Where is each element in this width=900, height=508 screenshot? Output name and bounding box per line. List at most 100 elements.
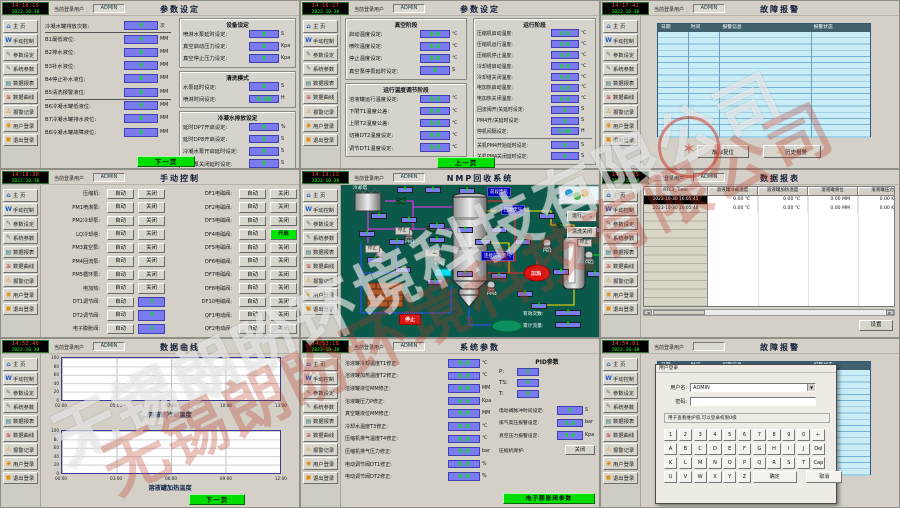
keyboard-key[interactable]: Y [723, 471, 736, 483]
keyboard-key[interactable]: 8 [767, 429, 780, 441]
sidebar-item[interactable]: W 手动控制 [603, 372, 638, 385]
login-ok-button[interactable]: 确定 [753, 471, 797, 483]
sidebar-item[interactable]: ≋ 数据曲线 [603, 260, 638, 273]
auto-mode-button[interactable]: 自动 [107, 297, 134, 308]
clean-mode-button[interactable]: 清洗关闭 [567, 227, 597, 238]
setpoint-value[interactable]: 0 [124, 21, 158, 30]
keyboard-key[interactable]: 6 [738, 429, 751, 441]
setpoint-value[interactable]: 0 [551, 141, 579, 149]
setpoint-value[interactable]: 0 [551, 117, 579, 125]
keyboard-key[interactable]: Z [738, 471, 751, 483]
run-mode-button[interactable]: 运行模式 [567, 211, 597, 222]
keyboard-key[interactable]: T [797, 457, 810, 469]
sidebar-item[interactable]: ✎ 系统参数 [3, 232, 38, 245]
sidebar-item[interactable]: ⚠ 报警记录 [303, 274, 338, 287]
sidebar-item[interactable]: ✎ 参数设定 [303, 386, 338, 399]
sidebar-item[interactable]: ▤ 数据报表 [303, 246, 338, 259]
auto-mode-button[interactable]: 自动 [107, 256, 134, 267]
valve-state-button[interactable]: 关闭 [270, 324, 297, 335]
sidebar-item[interactable]: ≋ 数据曲线 [3, 91, 38, 104]
auto-mode-button[interactable]: 自动 [107, 310, 134, 321]
setpoint-value[interactable]: 0.0 [551, 73, 579, 81]
report-row[interactable]: 2023-10-30 16:05:40 0.00 ℃ 0.00 ℃ 0.00 M… [644, 205, 894, 214]
keyboard-key[interactable]: H [767, 443, 780, 455]
sidebar-item[interactable]: ▣ 退出登录 [603, 472, 638, 485]
correction-value[interactable]: 0.0 [448, 422, 480, 431]
sidebar-item[interactable]: ✎ 系统参数 [303, 63, 338, 76]
username-dropdown[interactable]: ADMIN ▼ [690, 383, 816, 392]
prev-page-button[interactable]: 上一页 [437, 157, 495, 168]
valve-state-button[interactable]: 关闭 [270, 310, 297, 321]
sidebar-item[interactable]: ✎ 参数设定 [303, 217, 338, 230]
scroll-right-arrow[interactable]: ► [886, 310, 894, 315]
sidebar-item[interactable]: ◉ 用户登录 [303, 457, 338, 470]
keyboard-key[interactable]: L [679, 457, 692, 469]
setpoint-value[interactable]: 0 [124, 74, 158, 83]
keyboard-key[interactable]: K [664, 457, 677, 469]
sidebar-item[interactable]: ✎ 参数设定 [3, 217, 38, 230]
keyboard-key[interactable]: A [664, 443, 677, 455]
setpoint-value[interactable]: 0.00 [551, 127, 579, 135]
setpoint-value[interactable]: 0.0 [420, 95, 450, 104]
password-input[interactable] [690, 397, 816, 406]
device-state-button[interactable]: 0 [138, 310, 165, 321]
setpoint-value[interactable]: 0 [249, 42, 279, 51]
sidebar-item[interactable]: ≋ 数据曲线 [303, 91, 338, 104]
sidebar-item[interactable]: ⌂ 主 页 [3, 20, 38, 33]
sidebar-item[interactable]: ◉ 用户登录 [3, 288, 38, 301]
keyboard-key[interactable]: N [708, 457, 721, 469]
sidebar-item[interactable]: ▤ 数据报表 [3, 246, 38, 259]
auto-mode-button[interactable]: 自动 [239, 229, 266, 240]
setpoint-value[interactable]: 0.0 [551, 95, 579, 103]
correction-value[interactable]: 0.0 [448, 472, 480, 481]
auto-mode-button[interactable]: 自动 [107, 189, 134, 200]
sidebar-item[interactable]: ⌂ 主 页 [303, 20, 338, 33]
sidebar-item[interactable]: ▣ 退出登录 [3, 134, 38, 147]
valve-state-button[interactable]: 开启 [270, 229, 297, 240]
protect-toggle-button[interactable]: 关闭 [565, 445, 595, 455]
auto-mode-button[interactable]: 自动 [239, 283, 266, 294]
valve-state-button[interactable]: 关闭 [270, 243, 297, 254]
setpoint-value[interactable]: 0 [124, 101, 158, 110]
keyboard-key[interactable]: X [708, 471, 721, 483]
keyboard-key[interactable]: P [738, 457, 751, 469]
sidebar-item[interactable]: ▤ 数据报表 [603, 246, 638, 259]
sidebar-item[interactable]: ▤ 数据报表 [603, 77, 638, 90]
setpoint-value[interactable]: 0 [249, 54, 279, 63]
valve-state-button[interactable]: 关闭 [270, 216, 297, 227]
sidebar-item[interactable]: ▤ 数据报表 [3, 77, 38, 90]
sidebar-item[interactable]: ⌂ 主 页 [303, 189, 338, 202]
sidebar-item[interactable]: ◉ 用户登录 [603, 288, 638, 301]
alarm-table-body[interactable] [658, 32, 870, 138]
device-state-button[interactable]: 关闭 [138, 283, 165, 294]
sidebar-item[interactable]: W 手动控制 [3, 34, 38, 47]
keyboard-key[interactable]: R [767, 457, 780, 469]
setpoint-value[interactable]: 0.0 [420, 42, 450, 51]
keyboard-key[interactable]: Cap [812, 457, 825, 469]
auto-mode-button[interactable]: 自动 [239, 256, 266, 267]
setpoint-value[interactable]: 0.00 [249, 95, 279, 104]
history-alarm-button[interactable]: ⚠ 历史报警 [763, 145, 821, 158]
keyboard-key[interactable]: V [679, 471, 692, 483]
sidebar-item[interactable]: ⌂ 主 页 [3, 358, 38, 371]
sidebar-item[interactable]: ▣ 退出登录 [303, 472, 338, 485]
device-state-button[interactable]: 0 [138, 324, 165, 335]
sidebar-item[interactable]: ▣ 退出登录 [3, 303, 38, 316]
sidebar-item[interactable]: ✎ 参数设定 [603, 48, 638, 61]
pid-value[interactable]: 0 [517, 390, 539, 398]
sidebar-item[interactable]: ⚠ 报警记录 [3, 443, 38, 456]
keyboard-key[interactable]: 5 [723, 429, 736, 441]
settings-button[interactable]: 设置 [859, 320, 893, 331]
pid-value[interactable]: 0 [517, 379, 539, 387]
keyboard-key[interactable]: M [694, 457, 707, 469]
auto-mode-button[interactable]: 自动 [239, 216, 266, 227]
sidebar-item[interactable]: ◉ 用户登录 [303, 288, 338, 301]
setpoint-value[interactable]: 0.0 [420, 131, 450, 140]
alarm-set-value[interactable]: 0.0 [557, 419, 583, 428]
auto-mode-button[interactable]: 自动 [239, 297, 266, 308]
sidebar-item[interactable]: W 手动控制 [3, 372, 38, 385]
sidebar-item[interactable]: ⌂ 主 页 [303, 358, 338, 371]
sidebar-item[interactable]: ◉ 用户登录 [3, 119, 38, 132]
sidebar-item[interactable]: ▣ 退出登录 [603, 134, 638, 147]
keyboard-key[interactable]: Q [753, 457, 766, 469]
